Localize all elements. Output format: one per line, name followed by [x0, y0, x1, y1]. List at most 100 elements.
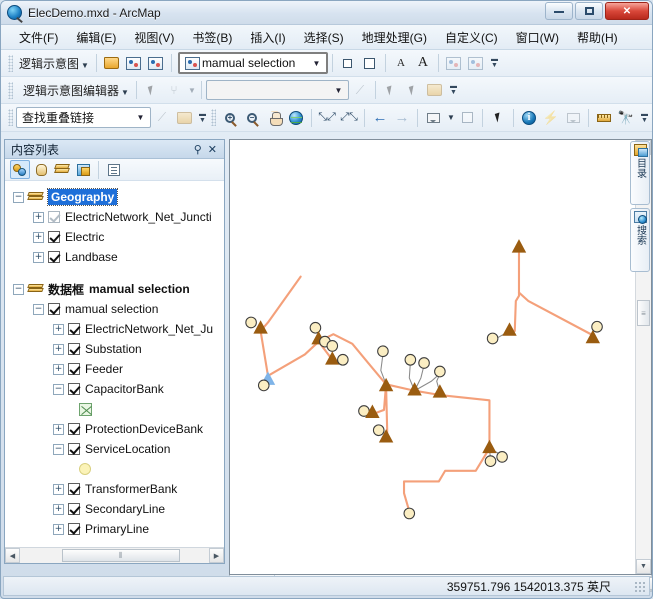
expander-icon[interactable]: + [33, 211, 44, 223]
layer-checkbox[interactable] [68, 363, 80, 375]
toolbar-grip[interactable] [8, 109, 13, 126]
service-location-node[interactable] [377, 345, 389, 358]
toc-node-protectiondevicebank[interactable]: + ProtectionDeviceBank [5, 419, 224, 439]
toc-node-dataframe-mamual-selection[interactable]: − 数据框 mamual selection [5, 279, 224, 299]
expander-icon[interactable]: + [53, 323, 64, 335]
full-extent-button[interactable] [286, 108, 306, 128]
measure-tool[interactable] [594, 108, 614, 128]
maximize-button[interactable] [575, 2, 603, 20]
expander-icon[interactable]: + [33, 231, 44, 243]
toolbar-overflow-button[interactable]: ▬ ▼ [197, 108, 208, 128]
side-tab-catalog[interactable]: 目录 [630, 141, 650, 205]
service-location-node[interactable] [486, 332, 499, 345]
chevron-down-icon[interactable]: ▼ [309, 54, 324, 72]
diagram-properties-button[interactable] [146, 53, 166, 73]
toc-node-geography[interactable]: − Geography [5, 187, 224, 207]
scroll-right-button[interactable]: ▶ [209, 548, 224, 563]
pan-tool[interactable] [264, 108, 284, 128]
expander-icon[interactable]: − [13, 283, 24, 295]
overlapping-links-properties-button[interactable] [174, 108, 194, 128]
scrollbar-track[interactable]: ⦀ [20, 548, 209, 563]
reconnect-tool[interactable]: ⟋ [350, 80, 370, 100]
scrollbar-thumb[interactable]: ⦀ [62, 549, 180, 562]
service-location-node[interactable] [404, 353, 417, 366]
service-location-node[interactable] [309, 321, 322, 334]
expander-icon[interactable]: − [53, 383, 64, 395]
layer-checkbox[interactable] [48, 303, 60, 315]
toc-node-secondaryline[interactable]: + SecondaryLine [5, 499, 224, 519]
transformer-bank-node[interactable] [482, 439, 497, 454]
layer-checkbox[interactable] [68, 343, 80, 355]
menu-geoprocessing[interactable]: 地理处理(G) [354, 26, 435, 49]
list-by-selection-button[interactable] [73, 160, 93, 179]
service-location-node[interactable] [337, 353, 349, 366]
close-button[interactable]: ✕ [605, 2, 649, 20]
toc-node-transformerbank[interactable]: + TransformerBank [5, 479, 224, 499]
resize-grip[interactable] [634, 581, 646, 593]
identify-tool[interactable]: i [519, 108, 539, 128]
layer-checkbox[interactable] [48, 251, 60, 263]
menu-edit[interactable]: 编辑(E) [68, 26, 124, 49]
layer-checkbox[interactable] [68, 323, 80, 335]
service-location-node[interactable] [591, 320, 603, 333]
toc-close-icon[interactable]: ✕ [205, 143, 220, 156]
menu-help[interactable]: 帮助(H) [569, 26, 626, 49]
toc-node-capacitorbank[interactable]: − CapacitorBank [5, 379, 224, 399]
go-forward-extent-button[interactable]: → [392, 108, 412, 128]
trace-task-button[interactable] [444, 53, 464, 73]
schematic-editor-menu-button[interactable]: 逻辑示意图编辑器 ▼ [20, 80, 132, 101]
select-features-tool[interactable] [423, 108, 443, 128]
schematic-attributes-button[interactable] [466, 53, 486, 73]
edit-link-dropdown[interactable]: ▼ [186, 80, 196, 100]
service-location-node[interactable] [372, 424, 385, 437]
map-canvas[interactable] [230, 140, 635, 575]
toc-node-substation[interactable]: + Substation [5, 339, 224, 359]
menu-insert[interactable]: 插入(I) [242, 26, 293, 49]
schematic-menu-button[interactable]: 逻辑示意图 ▼ [16, 53, 92, 74]
zoom-in-tool[interactable]: + [220, 108, 240, 128]
fixed-zoom-out-button[interactable]: ⤢⤡ [339, 108, 359, 128]
toc-node-electricnetwork-net-ju[interactable]: + ElectricNetwork_Net_Ju [5, 319, 224, 339]
service-location-node[interactable] [403, 507, 416, 520]
list-by-visibility-button[interactable] [52, 160, 72, 179]
clear-selection-button[interactable] [457, 108, 477, 128]
expander-icon[interactable]: − [33, 303, 44, 315]
expander-icon[interactable]: + [53, 363, 64, 375]
menu-customize[interactable]: 自定义(C) [437, 26, 506, 49]
service-location-node[interactable] [326, 340, 339, 352]
menu-selection[interactable]: 选择(S) [296, 26, 352, 49]
move-node-tool[interactable] [142, 80, 162, 100]
layer-checkbox[interactable] [68, 383, 80, 395]
select-features-dropdown[interactable]: ▼ [445, 108, 455, 128]
menu-view[interactable]: 视图(V) [126, 26, 182, 49]
scrollbar-thumb[interactable]: ≡ [637, 300, 650, 326]
chevron-down-icon[interactable]: ▼ [133, 109, 148, 127]
layer-checkbox[interactable] [68, 443, 80, 455]
toc-node-electricnetwork-net-junction[interactable]: + ElectricNetwork_Net_Juncti [5, 207, 224, 227]
expander-icon[interactable]: + [53, 483, 64, 495]
find-overlapping-links-combo[interactable]: 查找重叠链接 ▼ [16, 107, 151, 128]
layer-checkbox[interactable] [68, 523, 80, 535]
list-by-source-button[interactable] [31, 160, 51, 179]
expander-icon[interactable]: + [53, 343, 64, 355]
service-location-node[interactable] [484, 455, 497, 468]
layer-checkbox[interactable] [48, 231, 60, 243]
zoom-out-tool[interactable]: − [242, 108, 262, 128]
open-diagram-button[interactable] [102, 53, 122, 73]
toc-node-servicelocation[interactable]: − ServiceLocation [5, 439, 224, 459]
overlapping-links-tool[interactable]: ⟋ [152, 108, 172, 128]
select-schematic-features-tool[interactable] [381, 80, 401, 100]
toolbar-grip[interactable] [8, 81, 13, 99]
select-elements-tool[interactable] [488, 108, 508, 128]
toolbar-grip[interactable] [211, 109, 216, 126]
expander-icon[interactable]: + [53, 423, 64, 435]
enlarge-symbol-button[interactable] [360, 53, 380, 73]
layer-checkbox[interactable] [48, 211, 60, 223]
unselect-schematic-features-tool[interactable] [403, 80, 423, 100]
find-button[interactable]: 🔭 [616, 108, 636, 128]
scroll-left-button[interactable]: ◀ [5, 548, 20, 563]
editor-task-combo[interactable]: ▼ [205, 80, 349, 100]
toc-horizontal-scrollbar[interactable]: ◀ ⦀ ▶ [5, 547, 224, 563]
expander-icon[interactable]: + [33, 251, 44, 263]
toolbar-overflow-button[interactable]: ▬ ▼ [448, 80, 459, 100]
